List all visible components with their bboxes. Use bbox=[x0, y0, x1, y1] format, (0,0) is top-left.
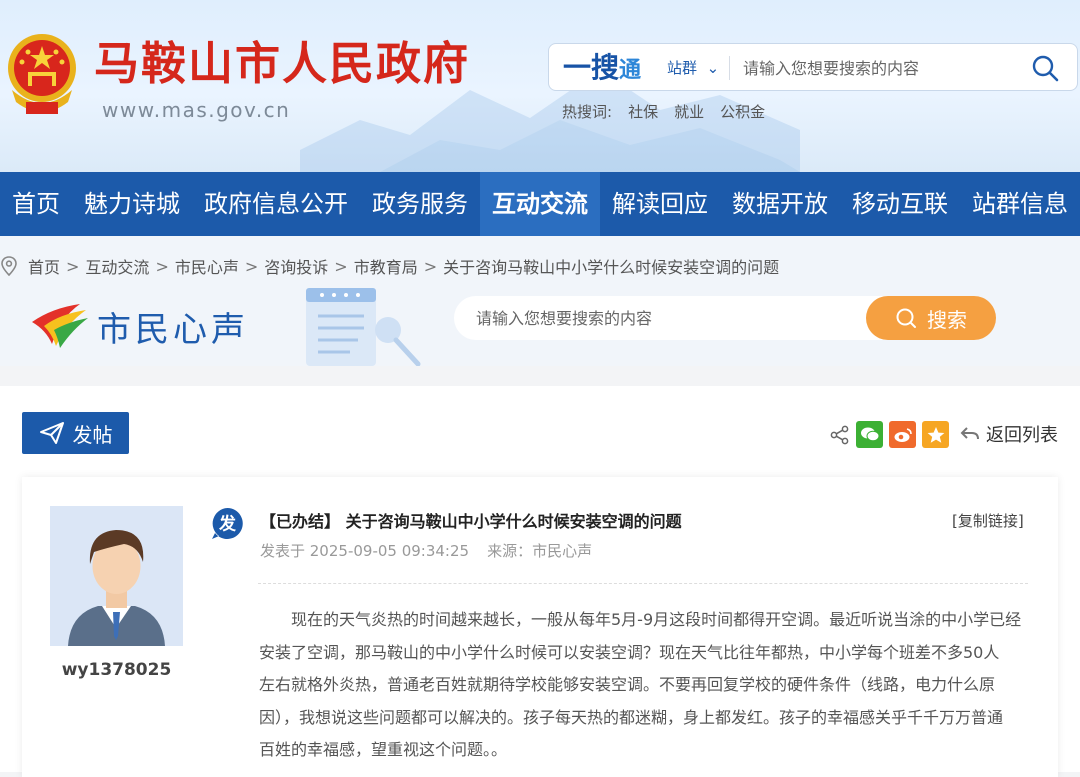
nav-item-gov-info[interactable]: 政府信息公开 bbox=[192, 172, 360, 236]
back-to-list-button[interactable]: 返回列表 bbox=[960, 421, 1058, 447]
nav-item-mobile[interactable]: 移动互联 bbox=[840, 172, 960, 236]
new-post-label: 发帖 bbox=[72, 422, 113, 447]
section-search-bar: 搜索 bbox=[454, 296, 996, 340]
post-body-line: 现在的天气炎热的时间越来越长，一般从每年5月-9月这段时间都得开空调。最近听说当… bbox=[259, 610, 1022, 629]
post-source: 来源：市民心声 bbox=[487, 542, 593, 560]
site-search-input[interactable] bbox=[741, 54, 1011, 82]
search-icon[interactable] bbox=[1031, 54, 1059, 82]
section-search-button[interactable]: 搜索 bbox=[866, 296, 996, 340]
return-arrow-icon bbox=[960, 427, 979, 440]
divider bbox=[729, 56, 730, 80]
share-icon[interactable] bbox=[830, 425, 850, 445]
post-badge-text: 发 bbox=[218, 514, 237, 535]
post-meta: 发表于 2025-09-05 09:34:25 来源：市民心声 bbox=[260, 540, 592, 561]
username[interactable]: wy1378025 bbox=[50, 660, 183, 680]
new-post-button[interactable]: 发帖 bbox=[22, 412, 129, 454]
breadcrumb-separator: > bbox=[155, 256, 169, 276]
post-body-line: 因），我想说这些问题都可以解决的。孩子每天热的都迷糊，身上都发红。孩子的幸福感关… bbox=[259, 707, 1004, 727]
breadcrumb-item[interactable]: 市教育局 bbox=[354, 254, 418, 278]
post-title-text: 关于咨询马鞍山中小学什么时候安装空调的问题 bbox=[345, 512, 682, 531]
divider bbox=[258, 583, 1028, 584]
search-brand: 一搜通 bbox=[563, 51, 642, 84]
location-pin-icon bbox=[1, 256, 17, 276]
chevron-down-icon: ⌄ bbox=[706, 59, 720, 77]
post-title: 【已办结】 关于咨询马鞍山中小学什么时候安装空调的问题 bbox=[260, 508, 682, 532]
search-button-label: 搜索 bbox=[927, 307, 967, 332]
copy-link-button[interactable]: [复制链接] bbox=[952, 510, 1024, 531]
nav-item-poetry-city[interactable]: 魅力诗城 bbox=[72, 172, 192, 236]
nav-item-interpretation[interactable]: 解读回应 bbox=[600, 172, 720, 236]
post-date: 发表于 2025-09-05 09:34:25 bbox=[260, 542, 470, 560]
site-header: 马鞍山市人民政府 www.mas.gov.cn 一搜通 站群 ⌄ 热搜词: 社保就… bbox=[0, 0, 1080, 172]
weibo-icon[interactable] bbox=[889, 421, 916, 448]
user-avatar-icon bbox=[68, 530, 165, 646]
favorite-icon[interactable] bbox=[922, 421, 949, 448]
section-search-input[interactable] bbox=[474, 304, 854, 332]
share-bar bbox=[830, 421, 949, 448]
nav-item-services[interactable]: 政务服务 bbox=[360, 172, 480, 236]
nav-item-interaction[interactable]: 互动交流 bbox=[480, 172, 600, 236]
nav-item-site-group[interactable]: 站群信息 bbox=[960, 172, 1080, 236]
hot-search-label: 热搜词: bbox=[562, 103, 613, 121]
hot-word[interactable]: 社保 bbox=[628, 103, 658, 121]
search-scope-select[interactable]: 站群 ⌄ bbox=[667, 57, 719, 78]
site-search-bar: 一搜通 站群 ⌄ bbox=[548, 43, 1078, 91]
breadcrumb-separator: > bbox=[334, 256, 348, 276]
site-url: www.mas.gov.cn bbox=[102, 98, 291, 122]
breadcrumb-separator: > bbox=[66, 256, 80, 276]
nav-item-home[interactable]: 首页 bbox=[0, 172, 72, 236]
breadcrumb-separator: > bbox=[423, 256, 438, 276]
hot-word[interactable]: 公积金 bbox=[720, 103, 765, 121]
search-icon bbox=[896, 308, 916, 328]
post-body: 现在的天气炎热的时间越来越长，一般从每年5月-9月这段时间都得开空调。最近听说当… bbox=[259, 604, 1034, 767]
breadcrumb-item[interactable]: 首页 bbox=[28, 254, 60, 278]
send-icon bbox=[39, 422, 64, 444]
wechat-icon[interactable] bbox=[856, 421, 883, 448]
post-body-line: 左右就格外炎热，普通老百姓就期待学校能够安装空调。不要再回复学校的硬件条件（线路… bbox=[259, 675, 996, 694]
section-title: 市民心声 bbox=[97, 310, 249, 350]
post-body-line: 百姓的幸福感，望重视这个问题。。 bbox=[259, 740, 508, 759]
clipboard-microphone-illustration bbox=[306, 288, 421, 366]
nav-item-open-data[interactable]: 数据开放 bbox=[720, 172, 840, 236]
avatar bbox=[50, 506, 183, 646]
breadcrumb-current: 关于咨询马鞍山中小学什么时候安装空调的问题 bbox=[443, 258, 780, 277]
breadcrumb: 首页 > 互动交流 > 市民心声 > 咨询投诉 > 市教育局 > 关于咨询马鞍山中小学什么… bbox=[0, 250, 779, 282]
site-title[interactable]: 马鞍山市人民政府 bbox=[94, 34, 470, 94]
national-emblem-icon bbox=[8, 34, 76, 114]
post-status: 【已办结】 bbox=[260, 512, 341, 531]
hot-search-words: 热搜词: 社保 就业 公积金 bbox=[562, 101, 781, 122]
back-to-list-label: 返回列表 bbox=[986, 425, 1058, 446]
breadcrumb-item[interactable]: 互动交流 bbox=[85, 254, 149, 278]
breadcrumb-item[interactable]: 市民心声 bbox=[175, 254, 239, 278]
post-body-line: 安装了空调，那马鞍山的中小学什么时候可以安装空调？现在天气比往年都热，中小学每个… bbox=[259, 642, 1000, 662]
breadcrumb-separator: > bbox=[244, 256, 259, 276]
post-badge-icon: 发 bbox=[212, 508, 243, 539]
main-nav: 首页 魅力诗城 政府信息公开 政务服务 互动交流 解读回应 数据开放 移动互联 … bbox=[0, 172, 1080, 236]
hot-word[interactable]: 就业 bbox=[674, 103, 704, 121]
breadcrumb-item[interactable]: 咨询投诉 bbox=[264, 254, 328, 278]
citizen-voice-logo-icon bbox=[32, 304, 88, 348]
